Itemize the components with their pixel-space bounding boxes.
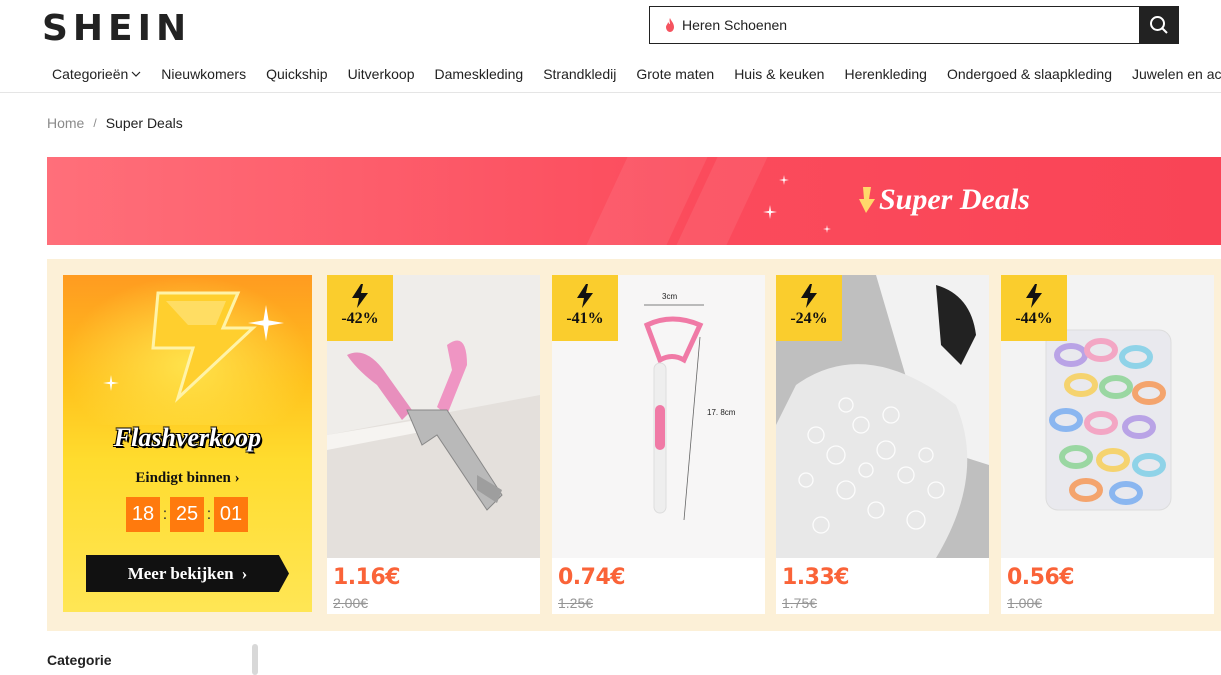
view-more-label: Meer bekijken (127, 563, 234, 583)
hot-flame-icon (666, 18, 674, 32)
lightning-icon (352, 284, 368, 308)
discount-percent: -24% (790, 310, 828, 327)
sparkle-icon (763, 205, 777, 219)
breadcrumb-home-link[interactable]: Home (47, 115, 84, 131)
sparkle-icon (779, 175, 789, 185)
original-price: 1.00€ (1007, 595, 1043, 611)
discount-percent: -44% (1015, 310, 1053, 327)
chevron-right-icon: › (241, 563, 248, 583)
sale-price: 0.74€ (558, 565, 626, 590)
nav-item-dameskleding[interactable]: Dameskleding (434, 64, 523, 84)
dimension-length-label: 17. 8cm (707, 408, 736, 417)
sale-price: 1.16€ (333, 565, 401, 590)
product-card[interactable]: -44% 0.56€ 1.00€ (1001, 275, 1214, 614)
countdown-minutes: 25 (170, 497, 204, 532)
banner-title-text: Super Deals (879, 183, 1030, 216)
lightning-icon (1026, 284, 1042, 308)
product-card[interactable]: 3cm 17. 8cm -41% 0.74€ 1.25€ (552, 275, 765, 614)
countdown-hours: 18 (126, 497, 160, 532)
chevron-right-icon: › (234, 470, 240, 486)
flash-deals-panel: Flashverkoop Eindigt binnen › 18 : 25 : … (47, 259, 1221, 631)
sparkle-icon (103, 375, 119, 391)
search-icon (1150, 16, 1168, 34)
discount-badge: -42% (327, 275, 393, 341)
sparkle-icon (248, 305, 284, 341)
banner-title: Super Deals (857, 183, 1030, 217)
sale-price: 0.56€ (1007, 565, 1075, 590)
category-filter-heading: Categorie (47, 652, 112, 668)
original-price: 1.25€ (558, 595, 594, 611)
sparkle-icon (823, 225, 831, 233)
nav-item-label: Categorieën (52, 66, 129, 82)
dimension-width-label: 3cm (662, 292, 677, 301)
discount-percent: -41% (566, 310, 604, 327)
product-card[interactable]: -42% 1.16€ 2.00€ (327, 275, 540, 614)
countdown-separator: : (162, 505, 168, 523)
discount-badge: -44% (1001, 275, 1067, 341)
nav-item-ondergoed[interactable]: Ondergoed & slaapkleding (947, 64, 1112, 84)
nav-item-juwelen[interactable]: Juwelen en accessoires (1132, 64, 1221, 84)
sidebar-scrollbar[interactable] (252, 644, 258, 675)
search-button[interactable] (1139, 6, 1179, 44)
sale-price: 1.33€ (782, 565, 850, 590)
discount-badge: -41% (552, 275, 618, 341)
view-more-button[interactable]: Meer bekijken › (86, 555, 289, 592)
breadcrumb-separator: / (93, 116, 97, 130)
chevron-down-icon (131, 71, 141, 77)
original-price: 1.75€ (782, 595, 818, 611)
ends-in-link[interactable]: Eindigt binnen › (63, 470, 312, 487)
lightning-bolt-icon (151, 291, 257, 403)
nav-item-categorieen[interactable]: Categorieën (52, 64, 141, 84)
breadcrumb-current: Super Deals (105, 115, 183, 131)
original-price: 2.00€ (333, 595, 369, 611)
nav-item-herenkleding[interactable]: Herenkleding (844, 64, 927, 84)
ends-in-label: Eindigt binnen (135, 470, 231, 486)
countdown-separator: : (206, 505, 212, 523)
super-deals-banner: Super Deals (47, 157, 1221, 245)
flash-sale-card[interactable]: Flashverkoop Eindigt binnen › 18 : 25 : … (63, 275, 312, 612)
site-header: SHEIN Categorieën Nieuwkomers Quickship … (0, 0, 1221, 93)
nav-item-huis-keuken[interactable]: Huis & keuken (734, 64, 824, 84)
lightning-icon (577, 284, 593, 308)
countdown-timer: 18 : 25 : 01 (126, 497, 248, 532)
product-card[interactable]: -24% 1.33€ 1.75€ (776, 275, 989, 614)
search-bar (649, 6, 1179, 44)
search-input[interactable] (682, 7, 1132, 43)
breadcrumb: Home / Super Deals (47, 115, 183, 131)
nav-item-uitverkoop[interactable]: Uitverkoop (348, 64, 415, 84)
nav-item-strandkledij[interactable]: Strandkledij (543, 64, 616, 84)
countdown-seconds: 01 (214, 497, 248, 532)
lightning-arrow-icon (859, 187, 875, 213)
category-nav: Categorieën Nieuwkomers Quickship Uitver… (52, 64, 1221, 84)
flash-sale-title: Flashverkoop (113, 423, 262, 452)
nav-item-quickship[interactable]: Quickship (266, 64, 327, 84)
nav-item-nieuwkomers[interactable]: Nieuwkomers (161, 64, 246, 84)
discount-badge: -24% (776, 275, 842, 341)
nav-item-grote-maten[interactable]: Grote maten (636, 64, 714, 84)
discount-percent: -42% (341, 310, 379, 327)
shein-logo[interactable]: SHEIN (42, 8, 191, 49)
lightning-icon (801, 284, 817, 308)
